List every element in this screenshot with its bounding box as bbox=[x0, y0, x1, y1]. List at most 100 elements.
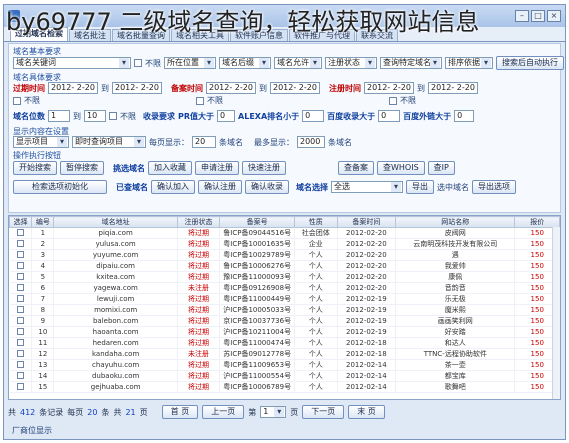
table-row[interactable]: 9 balebon.com 将过期 京ICP备10037736号 个人 2012-02-1… bbox=[9, 315, 560, 327]
sort-select[interactable]: 排序依据 bbox=[445, 57, 493, 69]
unlimited-checkbox[interactable] bbox=[134, 59, 142, 67]
table-row[interactable]: 8 momixi.com 将过期 沪ICP备10005033号 个人 2012-02-19… bbox=[9, 304, 560, 316]
confirm-register-button[interactable]: 确认注册 bbox=[198, 180, 242, 194]
length-from-input[interactable]: 1 bbox=[48, 110, 70, 122]
query-mode-select[interactable]: 即时查询项目 bbox=[72, 136, 146, 148]
record-from-input[interactable]: 2012- 2-20 bbox=[206, 82, 256, 94]
check-whois-button[interactable]: 查WHOIS bbox=[377, 161, 425, 175]
row-select-cell[interactable] bbox=[9, 249, 33, 261]
next-page-button[interactable]: 下一页 bbox=[302, 405, 345, 419]
quick-register-button[interactable]: 快速注册 bbox=[242, 161, 286, 175]
row-select-cell[interactable] bbox=[9, 282, 33, 294]
reset-options-button[interactable]: 检索选项初始化 bbox=[13, 180, 107, 194]
row-select-cell[interactable] bbox=[9, 260, 33, 272]
column-header[interactable]: 网站名称 bbox=[395, 216, 516, 228]
record-unlimited-checkbox[interactable] bbox=[196, 96, 204, 105]
column-header[interactable]: 编号 bbox=[31, 216, 55, 228]
prev-page-button[interactable]: 上一页 bbox=[202, 405, 245, 419]
row-checkbox[interactable] bbox=[16, 283, 24, 291]
expire-from-input[interactable]: 2012- 2-20 bbox=[48, 82, 98, 94]
page-select[interactable]: 1 bbox=[260, 406, 287, 418]
last-page-button[interactable]: 末 页 bbox=[348, 405, 385, 419]
row-select-cell[interactable] bbox=[9, 304, 33, 316]
row-select-cell[interactable] bbox=[9, 315, 33, 327]
export-button[interactable]: 导出 bbox=[406, 180, 434, 194]
row-checkbox[interactable] bbox=[16, 327, 24, 335]
column-header[interactable]: 域名地址 bbox=[53, 216, 178, 228]
table-row[interactable]: 12 kandaha.com 未注册 苏ICP备09012778号 个人 2012-02-… bbox=[9, 348, 560, 360]
table-row[interactable]: 6 yagewa.com 未注册 粤ICP备09126908号 个人 2012-02-20… bbox=[9, 282, 560, 294]
apply-register-button[interactable]: 申请注册 bbox=[195, 161, 239, 175]
row-select-cell[interactable] bbox=[9, 348, 33, 360]
row-select-cell[interactable] bbox=[9, 326, 33, 338]
row-checkbox[interactable] bbox=[16, 382, 24, 390]
check-record-button[interactable]: 查备案 bbox=[338, 161, 374, 175]
column-header[interactable]: 备案号 bbox=[219, 216, 296, 228]
footer-link[interactable]: 厂商位显示 bbox=[12, 425, 52, 436]
row-checkbox[interactable] bbox=[16, 360, 24, 368]
per-page-input[interactable]: 20 bbox=[192, 136, 216, 148]
row-select-cell[interactable] bbox=[9, 337, 33, 349]
column-header[interactable]: 性质 bbox=[294, 216, 338, 228]
baidu-input[interactable]: 0 bbox=[378, 110, 401, 122]
row-select-cell[interactable] bbox=[9, 271, 33, 283]
first-page-button[interactable]: 首 页 bbox=[161, 405, 199, 419]
table-row[interactable]: 7 lewuji.com 将过期 粤ICP备11000449号 个人 2012-02-19… bbox=[9, 293, 560, 305]
pause-search-button[interactable]: 暂停搜索 bbox=[60, 161, 104, 175]
max-input[interactable]: 2000 bbox=[297, 136, 325, 148]
confirm-record-button[interactable]: 确认收录 bbox=[245, 180, 289, 194]
row-checkbox[interactable] bbox=[16, 228, 24, 236]
choose-select[interactable]: 全选 bbox=[331, 181, 403, 193]
query-special-select[interactable]: 查询特定域名 bbox=[380, 57, 442, 69]
row-select-cell[interactable] bbox=[9, 293, 33, 305]
check-ip-button[interactable]: 查IP bbox=[427, 161, 455, 175]
start-search-button[interactable]: 开始搜索 bbox=[13, 161, 57, 175]
row-select-cell[interactable] bbox=[9, 238, 33, 250]
record-to-input[interactable]: 2012- 2-20 bbox=[270, 82, 320, 94]
pr-input[interactable]: 0 bbox=[217, 110, 236, 122]
row-select-cell[interactable] bbox=[9, 370, 33, 382]
expire-unlimited-checkbox[interactable] bbox=[13, 96, 21, 105]
reg-to-input[interactable]: 2012- 2-20 bbox=[428, 82, 478, 94]
confirm-add-button[interactable]: 确认加入 bbox=[151, 180, 195, 194]
keyword-select[interactable]: 域名关键词 bbox=[13, 57, 131, 69]
reg-from-input[interactable]: 2012- 2-20 bbox=[364, 82, 414, 94]
row-checkbox[interactable] bbox=[16, 294, 24, 302]
table-row[interactable]: 1 piqia.com 将过期 鲁ICP备09044516号 社会团体 2012-02-2… bbox=[9, 227, 560, 239]
row-select-cell[interactable] bbox=[9, 359, 33, 371]
table-row[interactable]: 11 hedaren.com 将过期 粤ICP备11000474号 个人 2012-02-… bbox=[9, 337, 560, 349]
table-row[interactable]: 13 chayuhu.com 将过期 粤ICP备11009653号 个人 2012-02-… bbox=[9, 359, 560, 371]
row-checkbox[interactable] bbox=[16, 250, 24, 258]
display-select[interactable]: 显示项目 bbox=[13, 136, 69, 148]
table-row[interactable]: 10 haoanta.com 将过期 沪ICP备10211004号 个人 2012-02-… bbox=[9, 326, 560, 338]
row-checkbox[interactable] bbox=[16, 239, 24, 247]
table-row[interactable]: 4 dipaiu.com 将过期 鲁ICP备10006276号 个人 2012-02-20… bbox=[9, 260, 560, 272]
row-select-cell[interactable] bbox=[9, 227, 33, 239]
table-row[interactable]: 3 yuyume.com 将过期 粤ICP备10029789号 个人 2012-02-20… bbox=[9, 249, 560, 261]
table-row[interactable]: 14 dubaoku.com 将过期 沪ICP备11000554号 个人 2012-02-… bbox=[9, 370, 560, 382]
row-checkbox[interactable] bbox=[16, 305, 24, 313]
location-select[interactable]: 所在位置 bbox=[164, 57, 216, 69]
row-checkbox[interactable] bbox=[16, 371, 24, 379]
backlink-input[interactable]: 0 bbox=[454, 110, 475, 122]
table-row[interactable]: 5 kxitea.com 将过期 豫ICP备11000093号 个人 2012-02-20… bbox=[9, 271, 560, 283]
search-reset-button[interactable]: 搜索后自动执行 bbox=[496, 56, 564, 70]
vertical-scrollbar[interactable] bbox=[552, 227, 560, 399]
add-favorite-button[interactable]: 加入收藏 bbox=[148, 161, 192, 175]
allow-select[interactable]: 域名允许 bbox=[274, 57, 322, 69]
expire-to-input[interactable]: 2012- 2-20 bbox=[112, 82, 162, 94]
column-header[interactable]: 选择 bbox=[9, 216, 33, 228]
suffix-select[interactable]: 域名后缀 bbox=[219, 57, 271, 69]
reg-status-select[interactable]: 注册状态 bbox=[325, 57, 377, 69]
row-checkbox[interactable] bbox=[16, 338, 24, 346]
reg-unlimited-checkbox[interactable] bbox=[389, 96, 397, 105]
row-checkbox[interactable] bbox=[16, 272, 24, 280]
row-checkbox[interactable] bbox=[16, 349, 24, 357]
length-to-input[interactable]: 10 bbox=[84, 110, 106, 122]
row-checkbox[interactable] bbox=[16, 261, 24, 269]
column-header[interactable]: 报价 bbox=[514, 216, 560, 228]
export-options-button[interactable]: 导出选项 bbox=[472, 180, 516, 194]
row-select-cell[interactable] bbox=[9, 381, 33, 393]
table-row[interactable]: 15 gejhuaba.com 将过期 粤ICP备10006789号 个人 2012-02… bbox=[9, 381, 560, 393]
alexa-input[interactable]: 0 bbox=[302, 110, 325, 122]
